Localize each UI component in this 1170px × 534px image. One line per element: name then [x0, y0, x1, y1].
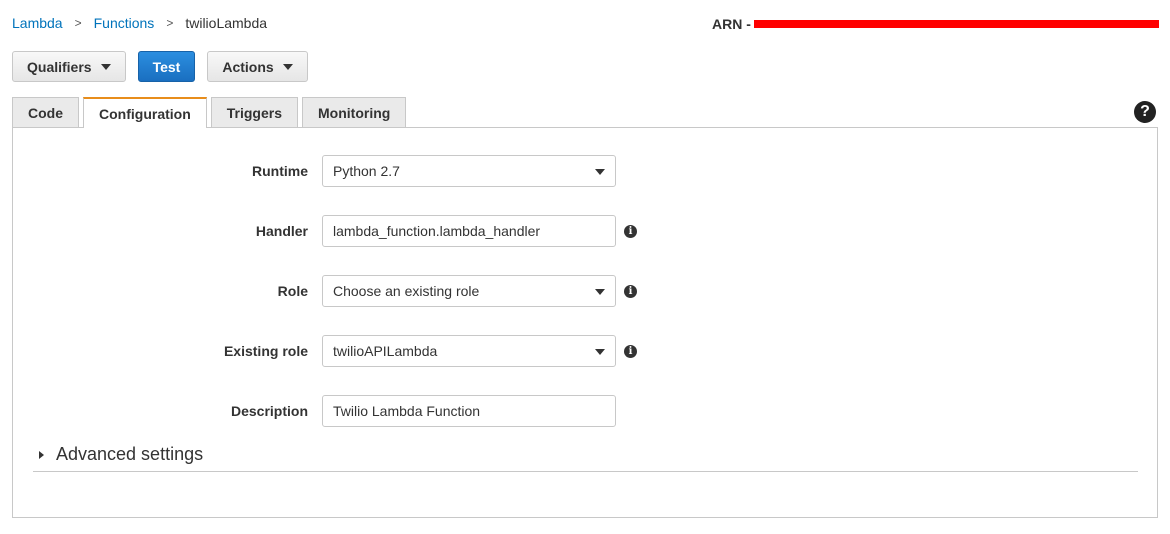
tab-configuration[interactable]: Configuration	[83, 97, 207, 128]
tab-triggers[interactable]: Triggers	[210, 97, 299, 127]
configuration-panel: Runtime Python 2.7 Handler lambda_functi…	[12, 127, 1158, 518]
role-select[interactable]: Choose an existing role	[322, 275, 616, 307]
info-icon[interactable]: i	[624, 344, 637, 358]
actions-button-label: Actions	[222, 58, 274, 75]
existing-role-label: Existing role	[223, 343, 308, 359]
breadcrumb-functions-link[interactable]: Functions	[94, 15, 155, 31]
caret-down-icon	[282, 63, 293, 70]
tab-bar: Code Configuration Triggers Monitoring	[12, 97, 410, 128]
test-button-label: Test	[152, 58, 181, 75]
description-input-value: Twilio Lambda Function	[333, 403, 481, 419]
advanced-settings-label: Advanced settings	[56, 444, 204, 464]
actions-button[interactable]: Actions	[207, 51, 308, 82]
breadcrumb-separator: >	[166, 16, 174, 30]
info-icon[interactable]: i	[624, 284, 637, 298]
role-select-value: Choose an existing role	[333, 283, 480, 299]
test-button[interactable]: Test	[137, 51, 196, 82]
existing-role-select[interactable]: twilioAPILambda	[322, 335, 616, 367]
handler-input-value: lambda_function.lambda_handler	[333, 223, 541, 239]
description-input[interactable]: Twilio Lambda Function	[322, 395, 616, 427]
arn-label: ARN -	[712, 16, 751, 32]
caret-right-icon	[39, 450, 44, 459]
breadcrumb-lambda-link[interactable]: Lambda	[12, 15, 63, 31]
toolbar: Qualifiers Test Actions	[12, 51, 320, 82]
runtime-select-value: Python 2.7	[333, 163, 400, 179]
caret-down-icon	[100, 63, 111, 70]
role-label: Role	[277, 283, 308, 299]
role-row: Role Choose an existing role i	[13, 275, 637, 307]
breadcrumb-current: twilioLambda	[185, 15, 268, 31]
handler-label: Handler	[255, 223, 308, 239]
caret-down-icon	[595, 289, 605, 295]
qualifiers-button[interactable]: Qualifiers	[12, 51, 126, 82]
existing-role-row: Existing role twilioAPILambda i	[13, 335, 637, 367]
tab-code[interactable]: Code	[12, 97, 79, 127]
caret-down-icon	[595, 349, 605, 355]
description-row: Description Twilio Lambda Function	[13, 395, 616, 427]
breadcrumb: Lambda > Functions > twilioLambda	[12, 15, 267, 31]
help-icon[interactable]: ?	[1134, 101, 1156, 123]
arn-display: ARN -	[712, 16, 1159, 32]
runtime-row: Runtime Python 2.7	[13, 155, 616, 187]
runtime-select[interactable]: Python 2.7	[322, 155, 616, 187]
breadcrumb-separator: >	[74, 16, 82, 30]
handler-row: Handler lambda_function.lambda_handler i	[13, 215, 637, 247]
info-icon[interactable]: i	[624, 224, 637, 238]
runtime-label: Runtime	[252, 163, 308, 179]
existing-role-select-value: twilioAPILambda	[333, 343, 438, 359]
divider	[33, 471, 1138, 472]
advanced-settings-toggle[interactable]: Advanced settings	[39, 444, 203, 465]
qualifiers-button-label: Qualifiers	[27, 58, 92, 75]
handler-input[interactable]: lambda_function.lambda_handler	[322, 215, 616, 247]
tab-monitoring[interactable]: Monitoring	[302, 97, 407, 127]
caret-down-icon	[595, 169, 605, 175]
arn-redaction-bar	[753, 20, 1159, 28]
description-label: Description	[230, 403, 308, 419]
